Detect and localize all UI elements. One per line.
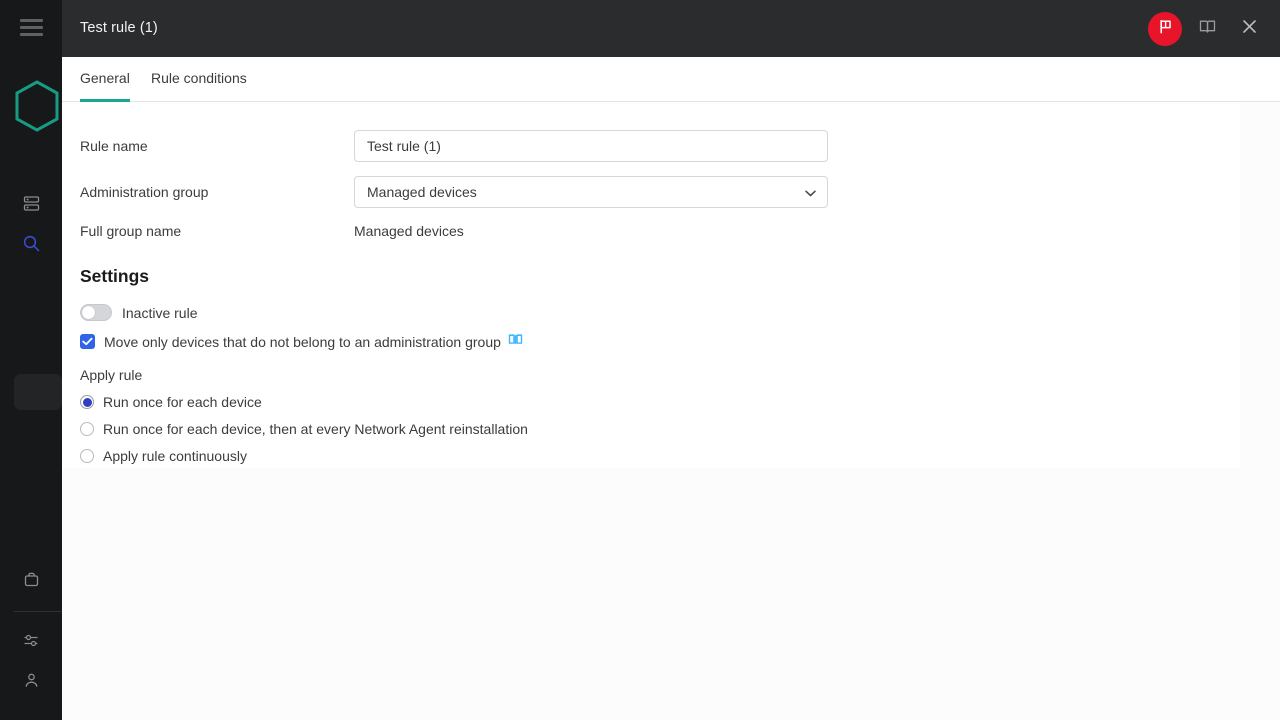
hexagon-logo-icon <box>14 80 60 132</box>
move-only-devices-checkbox[interactable] <box>80 334 95 349</box>
tab-general[interactable]: General <box>80 57 130 102</box>
full-group-name-label: Full group name <box>80 221 181 241</box>
close-button[interactable] <box>1232 12 1266 46</box>
apply-rule-label: Apply rule <box>80 367 142 383</box>
rule-name-input[interactable]: Test rule (1) <box>354 130 828 162</box>
window-title: Test rule (1) <box>80 20 158 36</box>
move-only-devices-row[interactable]: Move only devices that do not belong to … <box>80 332 523 351</box>
sidebar-item-briefcase[interactable] <box>0 559 62 599</box>
rule-name-label: Rule name <box>80 136 148 156</box>
tab-strip: General Rule conditions <box>40 57 1280 102</box>
administration-group-value: Managed devices <box>367 184 477 200</box>
settings-heading: Settings <box>80 266 149 287</box>
radio-run-once-then-reinstall[interactable]: Run once for each device, then at every … <box>80 421 528 437</box>
rule-properties-window: Test rule (1) <box>40 0 1280 720</box>
radio-button[interactable] <box>80 422 94 436</box>
book-help-icon <box>1198 17 1217 41</box>
radio-button[interactable] <box>80 449 94 463</box>
user-account-icon <box>22 671 41 690</box>
flag-icon <box>1157 18 1174 40</box>
window-titlebar: Test rule (1) <box>40 0 1280 57</box>
sidebar-item-servers[interactable] <box>0 183 62 223</box>
chevron-down-icon <box>805 184 816 200</box>
general-settings-card: Rule name Test rule (1) Administration g… <box>40 102 1240 468</box>
sliders-settings-icon <box>22 631 41 650</box>
radio-label: Apply rule continuously <box>103 448 247 464</box>
toggle-knob <box>82 306 95 319</box>
radio-dot <box>83 398 92 407</box>
sidebar-divider <box>14 611 62 612</box>
radio-label: Run once for each device, then at every … <box>103 421 528 437</box>
radio-apply-continuously[interactable]: Apply rule continuously <box>80 448 247 464</box>
flag-button[interactable] <box>1148 12 1182 46</box>
checkmark-icon <box>82 333 93 351</box>
sidebar-item-search[interactable] <box>0 223 62 263</box>
tab-general-label: General <box>80 70 130 86</box>
tab-rule-conditions-label: Rule conditions <box>151 70 247 86</box>
radio-label: Run once for each device <box>103 394 262 410</box>
inactive-rule-row[interactable]: Inactive rule <box>80 304 197 321</box>
search-icon <box>22 234 41 253</box>
help-button[interactable] <box>1190 12 1224 46</box>
administration-group-select[interactable]: Managed devices <box>354 176 828 208</box>
hamburger-menu-icon[interactable] <box>20 19 43 36</box>
sidebar-item-settings[interactable] <box>0 620 62 660</box>
radio-button[interactable] <box>80 395 94 409</box>
titlebar-actions <box>1148 0 1266 57</box>
field-row-rule-name: Rule name Test rule (1) <box>80 130 840 162</box>
field-row-administration-group: Administration group Managed devices <box>80 176 840 208</box>
book-help-icon <box>508 332 523 351</box>
radio-run-once-each-device[interactable]: Run once for each device <box>80 394 262 410</box>
inactive-rule-label: Inactive rule <box>122 305 197 321</box>
administration-group-label: Administration group <box>80 182 208 202</box>
briefcase-icon <box>22 570 41 589</box>
full-group-name-value: Managed devices <box>354 221 464 241</box>
servers-icon <box>22 194 41 213</box>
inactive-rule-toggle[interactable] <box>80 304 112 321</box>
close-icon <box>1240 17 1259 41</box>
left-sidebar <box>0 0 62 720</box>
tab-rule-conditions[interactable]: Rule conditions <box>151 57 247 102</box>
field-row-full-group-name: Full group name Managed devices <box>80 221 840 241</box>
move-only-devices-label: Move only devices that do not belong to … <box>104 334 501 350</box>
move-only-devices-help-link[interactable] <box>508 332 523 351</box>
rule-name-value: Test rule (1) <box>367 138 441 154</box>
sidebar-item-account[interactable] <box>0 660 62 700</box>
sidebar-active-indicator[interactable] <box>14 374 62 410</box>
